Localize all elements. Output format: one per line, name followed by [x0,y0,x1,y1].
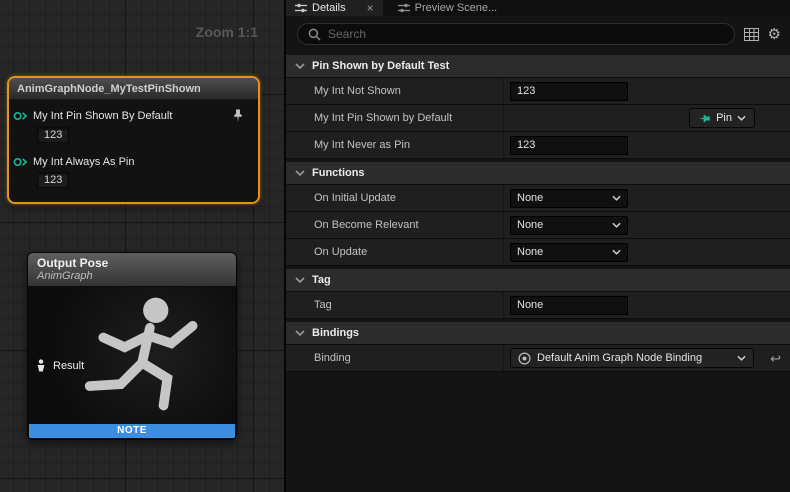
property-label: My Int Never as Pin [286,132,504,158]
exec-pin-icon[interactable] [13,111,28,121]
gear-icon[interactable]: ⚙ [768,27,781,42]
close-tab-icon[interactable]: × [367,2,374,14]
details-panel: Details × Preview Scene... [285,0,790,492]
chevron-down-icon [737,115,746,121]
tab-details[interactable]: Details × [286,0,383,16]
chevron-down-icon [295,63,305,69]
node-body: My Int Pin Shown By Default 123 My Int A… [9,100,258,202]
my-int-not-shown-input[interactable] [510,82,628,101]
property-label: On Update [286,239,504,265]
dropdown-value: None [517,246,543,258]
section-label: Functions [312,167,365,179]
property-label: On Become Relevant [286,212,504,238]
tag-input[interactable] [510,296,628,315]
pin-label: My Int Always As Pin [33,156,134,168]
dropdown-value: None [517,192,543,204]
search-icon [308,28,321,41]
property-label: My Int Pin Shown by Default [286,105,504,131]
property-label: Binding [286,345,504,371]
row-my-int-pin-shown-by-default: My Int Pin Shown by Default Pin [286,105,790,132]
chevron-down-icon [612,249,621,255]
chevron-down-icon [737,355,746,361]
section-functions[interactable]: Functions [286,162,790,185]
pose-pin-icon[interactable] [35,359,47,372]
display-filter-icon[interactable] [744,28,759,41]
property-label: My Int Not Shown [286,78,504,104]
chevron-down-icon [295,277,305,283]
search-row: ⚙ [286,16,790,52]
node-title: AnimGraphNode_MyTestPinShown [17,83,201,95]
anim-graph-canvas[interactable]: Zoom 1:1 AnimGraphNode_MyTestPinShown My… [0,0,285,492]
anim-graph-node[interactable]: AnimGraphNode_MyTestPinShown My Int Pin … [7,76,260,204]
chevron-down-icon [295,170,305,176]
row-binding: Binding Default Anim Graph Node Binding … [286,345,790,372]
binding-icon [518,352,531,365]
pin-value-box[interactable]: 123 [37,127,69,143]
pin-icon [698,113,711,124]
tab-details-label: Details [312,2,346,14]
details-tab-icon [295,3,307,13]
chevron-down-icon [612,195,621,201]
binding-value: Default Anim Graph Node Binding [537,352,702,364]
row-my-int-never-as-pin: My Int Never as Pin [286,132,790,159]
property-label: Tag [286,292,504,318]
node-title-bar[interactable]: AnimGraphNode_MyTestPinShown [9,78,258,100]
tab-preview-scene[interactable]: Preview Scene... [389,0,507,16]
binding-dropdown[interactable]: Default Anim Graph Node Binding [510,348,754,368]
result-pin-label: Result [53,360,84,372]
on-become-relevant-dropdown[interactable]: None [510,216,628,235]
tab-bar: Details × Preview Scene... [286,0,790,16]
chevron-down-icon [295,330,305,336]
on-update-dropdown[interactable]: None [510,243,628,262]
zoom-level-label: Zoom 1:1 [196,24,258,40]
pin-row-shown-by-default[interactable]: My Int Pin Shown By Default [13,109,252,123]
on-initial-update-dropdown[interactable]: None [510,189,628,208]
search-box[interactable] [297,23,735,45]
preview-scene-tab-icon [398,3,410,13]
section-label: Bindings [312,327,359,339]
section-label: Pin Shown by Default Test [312,60,449,72]
section-bindings[interactable]: Bindings [286,322,790,345]
row-on-initial-update: On Initial Update None [286,185,790,212]
pin-button-label: Pin [716,112,732,124]
chevron-down-icon [612,222,621,228]
pin-value-box[interactable]: 123 [37,172,69,188]
pin-dropdown-button[interactable]: Pin [689,108,755,128]
section-pin-shown-by-default-test[interactable]: Pin Shown by Default Test [286,55,790,78]
my-int-never-as-pin-input[interactable] [510,136,628,155]
output-pose-node[interactable]: Output Pose AnimGraph [27,252,237,440]
section-label: Tag [312,274,331,286]
section-tag[interactable]: Tag [286,269,790,292]
pin-label: My Int Pin Shown By Default [33,110,172,122]
output-node-title: Output Pose [37,256,227,270]
row-my-int-not-shown: My Int Not Shown [286,78,790,105]
reset-to-default-icon[interactable]: ↩ [770,352,781,365]
unreal-editor-window: Zoom 1:1 AnimGraphNode_MyTestPinShown My… [0,0,790,492]
row-tag: Tag [286,292,790,319]
property-rows: Pin Shown by Default Test My Int Not Sho… [286,52,790,492]
mannequin-thumbnail [72,287,222,428]
output-node-body: Result [28,287,236,424]
result-pin-row[interactable]: Result [35,359,84,372]
pin-toggle-icon[interactable] [232,109,244,123]
exec-pin-icon[interactable] [13,157,28,167]
output-node-title-bar[interactable]: Output Pose AnimGraph [28,253,236,287]
output-node-subtitle: AnimGraph [37,270,227,282]
row-on-become-relevant: On Become Relevant None [286,212,790,239]
property-label: On Initial Update [286,185,504,211]
tab-preview-scene-label: Preview Scene... [415,2,498,14]
pin-row-always-as-pin[interactable]: My Int Always As Pin [13,156,252,168]
row-on-update: On Update None [286,239,790,266]
search-input[interactable] [328,27,724,41]
dropdown-value: None [517,219,543,231]
